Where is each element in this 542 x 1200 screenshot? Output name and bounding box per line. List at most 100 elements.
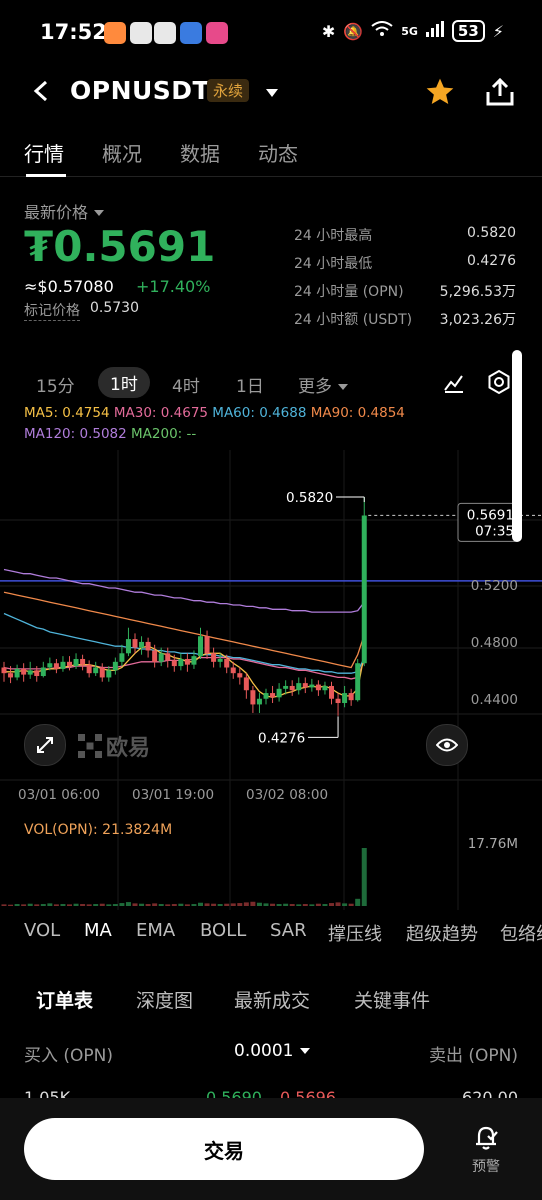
indicator-ema[interactable]: EMA xyxy=(136,920,175,941)
okx-watermark-text: 欧易 xyxy=(106,736,151,761)
candle-body xyxy=(80,658,86,665)
candle-body xyxy=(1,667,7,674)
volume-bar xyxy=(329,903,334,906)
ma90-value: MA90: 0.4854 xyxy=(310,405,405,421)
mark-price-label[interactable]: 标记价格 xyxy=(24,300,80,321)
tab-overview[interactable]: 概况 xyxy=(102,138,142,167)
candle-body xyxy=(302,683,308,688)
volume-bar xyxy=(256,902,262,906)
candle-body xyxy=(119,653,125,662)
interval-1h[interactable]: 1时 xyxy=(98,367,150,398)
page-scrollbar[interactable] xyxy=(512,350,522,542)
candle-body xyxy=(276,688,282,698)
volume-bar xyxy=(355,898,361,906)
candle-body xyxy=(250,690,256,705)
bluetooth-icon: ✱ xyxy=(321,21,336,41)
candle-body xyxy=(93,667,99,674)
volume-bar xyxy=(125,902,131,906)
precision-value: 0.0001 xyxy=(234,1041,294,1061)
fullscreen-button[interactable] xyxy=(24,724,66,766)
caret-down-icon xyxy=(94,210,105,216)
indicator-boll[interactable]: BOLL xyxy=(200,920,246,941)
bilibili-icon xyxy=(206,22,228,44)
indicator-envelope[interactable]: 包络线 xyxy=(500,920,542,946)
interval-1d[interactable]: 1日 xyxy=(236,372,264,397)
volume-bar xyxy=(86,904,92,906)
indicator-settings-icon[interactable] xyxy=(442,370,466,398)
chart-settings-icon[interactable] xyxy=(486,369,512,399)
last-price-tag: 0.5691 xyxy=(467,507,514,523)
stat-label-turnover: 24 小时额 (USDT) xyxy=(294,312,413,328)
price-alert-button[interactable]: 预警 xyxy=(464,1122,508,1176)
low-price-label: 0.4276 xyxy=(258,730,305,746)
volume-bar xyxy=(348,903,354,906)
back-arrow-icon xyxy=(33,80,48,102)
candle-body xyxy=(14,668,20,678)
volume-bar xyxy=(302,904,308,906)
candle-body xyxy=(67,661,72,667)
candle-body xyxy=(361,515,367,664)
tab-news[interactable]: 动态 xyxy=(258,138,298,167)
interval-15m[interactable]: 15分 xyxy=(36,372,75,397)
mute-icon: 🔕 xyxy=(343,21,364,41)
interval-more[interactable]: 更多 xyxy=(298,372,349,397)
tab-data[interactable]: 数据 xyxy=(180,138,220,167)
indicator-vol[interactable]: VOL xyxy=(24,920,60,941)
share-icon[interactable] xyxy=(484,76,516,112)
contract-badge: 永续 xyxy=(207,79,250,102)
volume-bar xyxy=(106,904,112,906)
candle-body xyxy=(283,685,289,689)
precision-selector[interactable]: 0.0001 xyxy=(234,1041,311,1061)
ma90-line xyxy=(3,591,365,669)
volume-bar xyxy=(8,904,14,906)
candle-body xyxy=(152,650,158,662)
stat-value-low: 0.4276 xyxy=(467,253,516,269)
volume-bar xyxy=(198,902,203,906)
indicator-support-resistance[interactable]: 撑压线 xyxy=(328,920,382,946)
volume-bar xyxy=(250,901,256,906)
volume-bar xyxy=(34,904,40,906)
candle-body xyxy=(243,677,249,691)
book-tab-trades[interactable]: 最新成交 xyxy=(234,986,310,1013)
indicator-supertrend[interactable]: 超级趋势 xyxy=(406,920,478,946)
volume-bar xyxy=(315,903,321,906)
volume-bar xyxy=(132,903,138,906)
book-tab-depth[interactable]: 深度图 xyxy=(136,986,193,1013)
volume-bar xyxy=(93,904,99,906)
candle-body xyxy=(125,639,131,654)
candle-body xyxy=(106,670,112,678)
symbol-title[interactable]: OPNUSDT xyxy=(70,76,210,105)
back-button[interactable] xyxy=(30,76,52,114)
interval-4h[interactable]: 4时 xyxy=(172,372,200,397)
indicator-ma[interactable]: MA xyxy=(84,920,112,941)
volume-bar xyxy=(322,904,328,906)
symbol-dropdown-icon[interactable] xyxy=(264,84,280,103)
y-tick-label: 0.5200 xyxy=(471,578,518,594)
trade-button[interactable]: 交易 xyxy=(24,1118,424,1180)
ma30-value: MA30: 0.4675 xyxy=(113,405,208,421)
book-tab-orderbook[interactable]: 订单表 xyxy=(36,986,93,1013)
visibility-toggle-button[interactable] xyxy=(426,724,468,766)
indicator-sar[interactable]: SAR xyxy=(270,920,307,941)
candle-body xyxy=(139,641,145,648)
x-axis-labels: 03/01 06:00 03/01 19:00 03/02 08:00 xyxy=(18,787,328,803)
stat-value-high: 0.5820 xyxy=(467,225,516,241)
tab-market[interactable]: 行情 xyxy=(24,138,64,167)
signal-icon xyxy=(425,21,444,41)
volume-bar xyxy=(276,904,282,906)
volume-bar xyxy=(158,904,164,906)
volume-label: VOL(OPN): 21.3824M xyxy=(24,822,173,838)
candle-body xyxy=(145,641,151,651)
candle-body xyxy=(34,670,40,677)
book-tab-events[interactable]: 关键事件 xyxy=(354,986,430,1013)
latest-price-label[interactable]: 最新价格 xyxy=(24,199,105,223)
volume-bar xyxy=(309,904,315,906)
ma-legend-row2: MA120: 0.5082 MA200: -- xyxy=(24,426,196,442)
candle-body xyxy=(165,653,171,661)
favorite-star-icon[interactable] xyxy=(424,76,456,112)
stat-label-volume: 24 小时量 (OPN) xyxy=(294,284,404,300)
network-type: 5G xyxy=(401,24,418,38)
price-chart[interactable]: 0.4400 0.4800 0.5200 03/01 06:00 03/01 19:0… xyxy=(0,450,542,910)
ma120-value: MA120: 0.5082 xyxy=(24,426,127,442)
volume-bar xyxy=(21,904,27,906)
